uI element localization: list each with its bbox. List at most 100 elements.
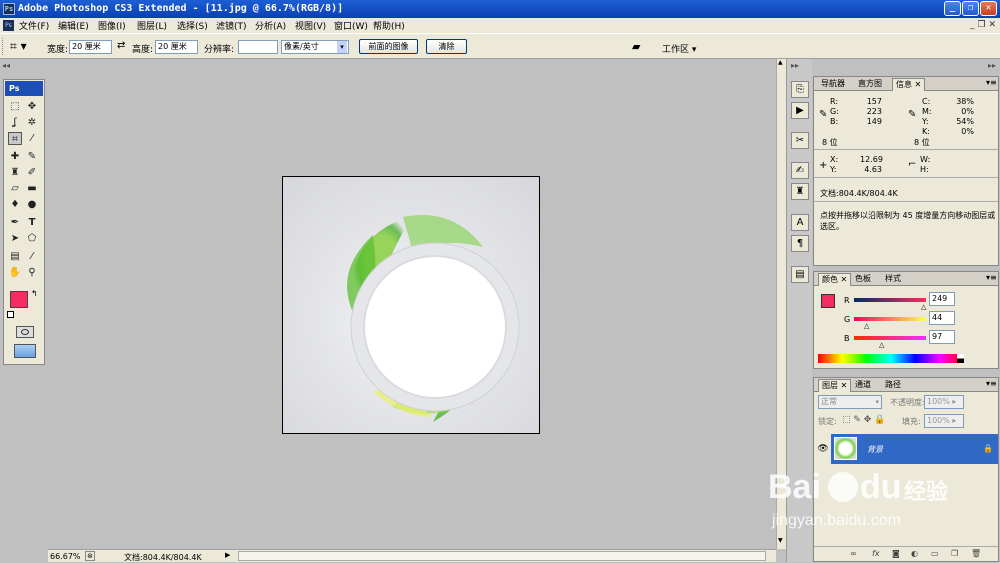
color-g-slider[interactable] [854,317,926,321]
document-icon[interactable]: Ps [3,20,14,31]
status-options-icon[interactable]: ⊛ [85,551,95,561]
tab-layers[interactable]: 图层 ✕ [818,379,852,392]
color-g-input[interactable]: 44 [929,311,955,325]
actions-panel-icon[interactable]: ▶ [791,102,809,119]
lock-icons[interactable]: ⬚ ✎ ✥ 🔒 [842,415,885,425]
color-r-input[interactable]: 249 [929,292,955,306]
color-spectrum-ramp[interactable] [818,354,964,363]
foreground-color-swatch[interactable] [10,291,28,308]
tab-info[interactable]: 信息 ✕ [892,78,926,91]
tab-paths[interactable]: 路径 [882,379,904,392]
adjustment-layer-icon[interactable]: ◐ [911,549,918,558]
resolution-unit-select[interactable]: 像素/英寸 ▾ [281,40,349,54]
menu-layer[interactable]: 图层(L) [137,19,167,32]
swap-dimensions-icon[interactable]: ⇄ [117,40,125,51]
history-brush-icon[interactable]: ✐ [25,166,39,179]
type-tool-icon[interactable]: T [25,216,39,229]
tab-channels[interactable]: 通道 [852,379,874,392]
dodge-tool-icon[interactable]: ● [25,198,39,211]
fill-input[interactable]: 100% ▸ [924,414,964,428]
b-slider-thumb-icon[interactable]: △ [879,341,884,349]
tab-navigator[interactable]: 导航器 [818,78,848,91]
paragraph-panel-icon[interactable]: ¶ [791,235,809,252]
height-input[interactable]: 20 厘米 [155,40,198,54]
crop-tool-icon[interactable]: ⌗ [8,132,22,145]
swap-colors-icon[interactable]: ↰ [31,289,38,298]
blend-mode-select[interactable]: 正常 ▾ [818,395,882,409]
new-group-icon[interactable]: ▭ [931,549,939,558]
maximize-button[interactable]: ❐ [962,1,979,16]
clone-source-icon[interactable]: ♜ [791,183,809,200]
history-panel-icon[interactable]: ⎘ [791,81,809,98]
character-panel-icon[interactable]: A [791,214,809,231]
workspace-menu[interactable]: 工作区 ▾ [662,42,696,55]
menu-window[interactable]: 窗口(W) [334,19,368,32]
menu-filter[interactable]: 滤镜(T) [216,19,247,32]
screen-mode-icon[interactable] [14,344,36,358]
layer-comps-icon[interactable]: ▤ [791,266,809,283]
layer-row-background[interactable]: 👁 背景 🔒 [815,434,998,464]
slice-tool-icon[interactable]: ⁄ [25,132,39,145]
menu-analysis[interactable]: 分析(A) [255,19,286,32]
pen-tool-icon[interactable]: ✒ [8,216,22,229]
layer-name[interactable]: 背景 [867,444,883,455]
collapse-arrows-icon[interactable]: ◂◂ [2,61,10,70]
gradient-tool-icon[interactable]: ▬ [25,182,39,195]
eyedropper-icon[interactable]: ⁄ [25,250,39,263]
menu-view[interactable]: 视图(V) [295,19,326,32]
horizontal-scrollbar[interactable] [238,551,766,561]
chevron-down-icon[interactable]: ▾ [337,41,347,53]
hand-tool-icon[interactable]: ✋ [8,266,22,279]
clear-button[interactable]: 清除 [426,39,467,54]
layer-visibility-eye-icon[interactable]: 👁 [815,434,831,464]
front-image-button[interactable]: 前面的图像 [359,39,418,54]
panel-menu-icon[interactable]: ▾≡ [986,78,997,87]
vertical-scrollbar[interactable]: ▲ ▼ [776,59,786,549]
menu-image[interactable]: 图像(I) [98,19,126,32]
lasso-tool-icon[interactable]: ʆ [8,116,22,129]
delete-layer-icon[interactable]: 🗑 [971,549,981,558]
link-layers-icon[interactable]: ∞ [850,549,857,558]
tab-swatches[interactable]: 色板 [852,273,874,286]
palette-well-icon[interactable]: ▰ [632,40,650,54]
move-tool-icon[interactable]: ✥ [25,100,39,113]
options-grip[interactable] [2,38,6,55]
dock-collapse-icon[interactable]: ▸▸ [791,61,799,70]
layer-mask-icon[interactable]: ◙ [892,549,900,558]
document-window-controls[interactable]: _ ❐ ✕ [944,20,996,31]
tool-presets-icon[interactable]: ✂ [791,132,809,149]
zoom-level[interactable]: 66.67% [50,552,81,561]
brushes-panel-icon[interactable]: ✍ [791,162,809,179]
minimize-button[interactable]: _ [944,1,961,16]
menu-select[interactable]: 选择(S) [177,19,208,32]
panel-menu-icon[interactable]: ▾≡ [986,273,997,282]
r-slider-thumb-icon[interactable]: △ [921,303,926,311]
panel-dock-arrows-icon[interactable]: ▸▸ [988,61,996,70]
scroll-down-icon[interactable]: ▼ [778,537,783,544]
layer-style-icon[interactable]: fx [872,549,880,558]
notes-tool-icon[interactable]: ▤ [8,250,22,263]
tab-color[interactable]: 颜色 ✕ [818,273,852,286]
color-panel-foreground-swatch[interactable] [821,294,835,308]
shape-tool-icon[interactable]: ⬠ [25,232,39,245]
width-input[interactable]: 20 厘米 [69,40,112,54]
quick-mask-icon[interactable] [16,326,34,338]
panel-menu-icon[interactable]: ▾≡ [986,379,997,388]
opacity-input[interactable]: 100% ▸ [924,395,964,409]
marquee-tool-icon[interactable]: ⬚ [8,100,22,113]
path-selection-icon[interactable]: ➤ [8,232,22,245]
scroll-up-icon[interactable]: ▲ [778,59,783,66]
close-button[interactable]: ✕ [980,1,997,16]
healing-brush-icon[interactable]: ✚ [8,150,22,163]
g-slider-thumb-icon[interactable]: △ [864,322,869,330]
new-layer-icon[interactable]: ❐ [951,549,958,558]
default-colors-icon[interactable] [7,311,14,318]
status-menu-arrow-icon[interactable]: ▶ [225,551,233,561]
document-canvas[interactable] [282,176,540,434]
zoom-tool-icon[interactable]: ⚲ [25,266,39,279]
blur-tool-icon[interactable]: ♦ [8,198,22,211]
menu-edit[interactable]: 编辑(E) [58,19,89,32]
black-white-swatch[interactable] [957,354,964,363]
menu-help[interactable]: 帮助(H) [373,19,405,32]
brush-tool-icon[interactable]: ✎ [25,150,39,163]
